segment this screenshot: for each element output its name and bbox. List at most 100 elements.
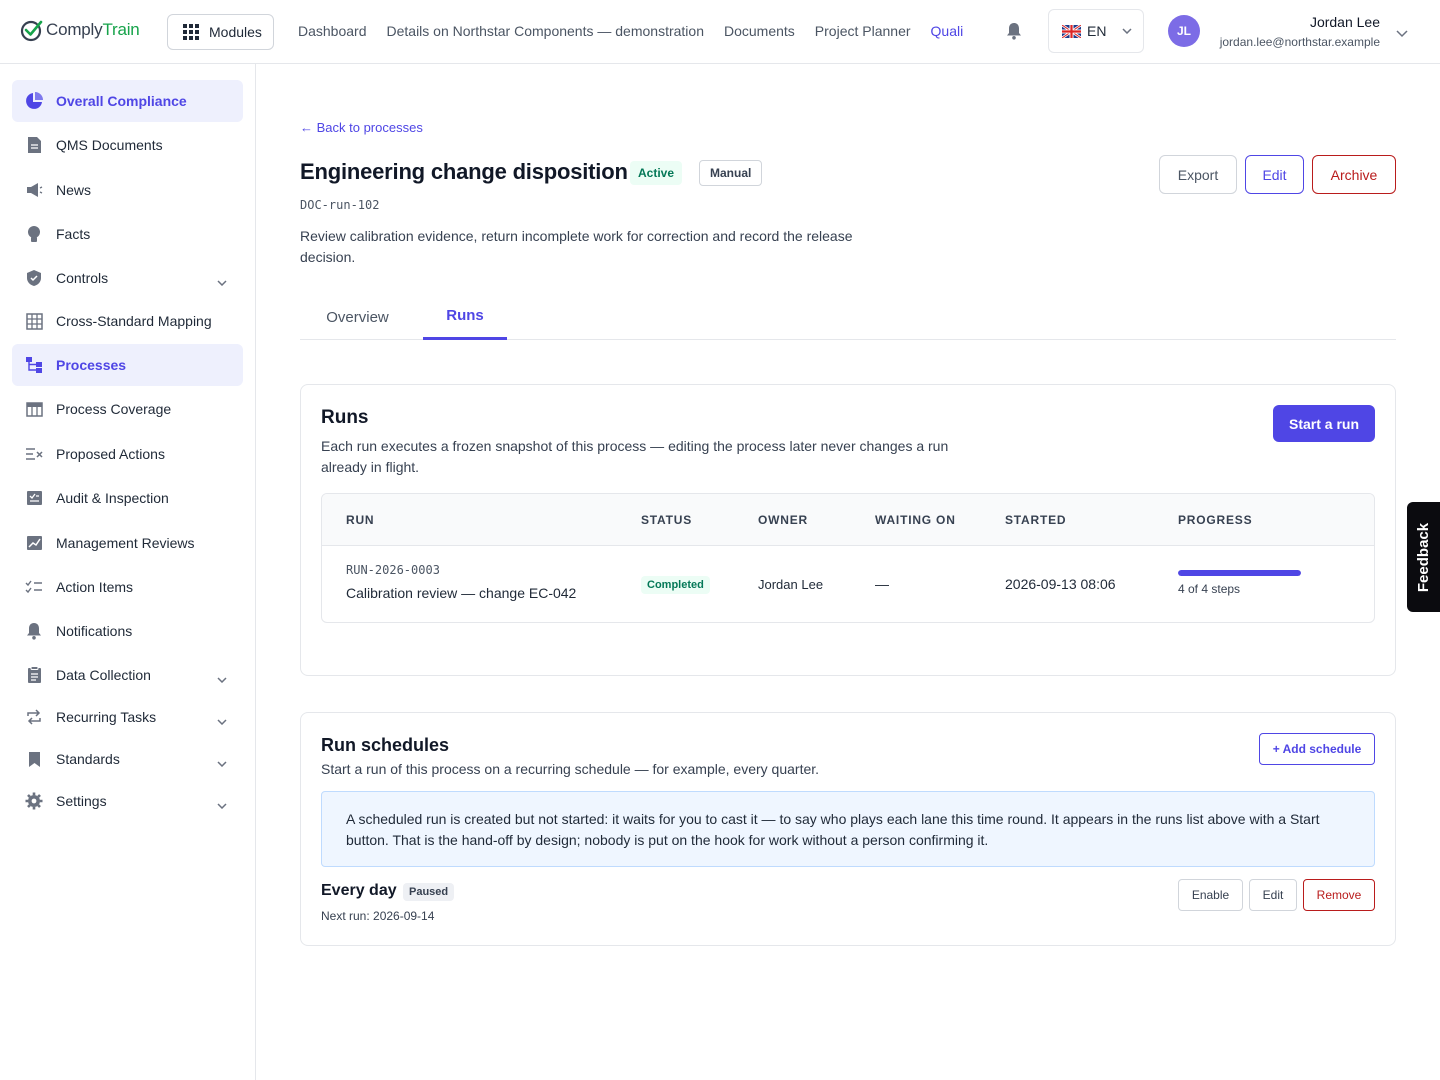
user-name: Jordan Lee	[1309, 14, 1380, 30]
sidebar-item-label: Recurring Tasks	[56, 709, 157, 725]
mode-badge: Manual	[699, 160, 763, 186]
notifications-bell-icon[interactable]	[1006, 22, 1022, 45]
schedules-title: Run schedules	[321, 735, 450, 755]
sidebar-item-label: Process Coverage	[56, 401, 172, 417]
sidebar-item-data-collection[interactable]: Data Collection	[12, 654, 243, 696]
run-progress-text: 4 of 4 steps	[1178, 582, 1241, 596]
tab-bar: Overview Runs	[300, 294, 1396, 340]
column-header-status[interactable]: STATUS	[641, 513, 692, 527]
remove-schedule-button[interactable]: Remove	[1303, 879, 1375, 911]
sidebar-item-recurring-tasks[interactable]: Recurring Tasks	[12, 696, 243, 738]
bookmark-icon	[24, 749, 44, 769]
start-run-button[interactable]: Start a run	[1273, 405, 1375, 442]
clipboard-check-icon	[24, 488, 44, 508]
schedule-info-notice: A scheduled run is created but not start…	[321, 791, 1375, 867]
language-code: EN	[1087, 23, 1107, 39]
sidebar-item-overall-compliance[interactable]: Overall Compliance	[12, 80, 243, 122]
runs-title: Runs	[321, 407, 369, 428]
grid-icon	[183, 24, 199, 40]
sidebar-item-label: Facts	[56, 226, 91, 242]
sidebar-item-action-items[interactable]: Action Items	[12, 566, 243, 608]
sidebar-item-news[interactable]: News	[12, 169, 243, 211]
chevron-down-icon	[217, 754, 227, 770]
edit-button[interactable]: Edit	[1245, 155, 1304, 194]
schedule-name: Every day	[321, 882, 397, 899]
add-schedule-button[interactable]: + Add schedule	[1259, 733, 1375, 765]
sidebar-item-qms-documents[interactable]: QMS Documents	[12, 124, 243, 166]
sidebar-item-audit-inspection[interactable]: Audit & Inspection	[12, 477, 243, 519]
schedule-status-badge: Paused	[403, 883, 455, 901]
logo-text: ComplyTrain	[46, 20, 140, 39]
nav-project-details[interactable]: Details on Northstar Components — demons…	[387, 23, 704, 39]
export-button[interactable]: Export	[1159, 155, 1237, 194]
modules-button[interactable]: Modules	[167, 14, 274, 50]
sidebar-item-label: Settings	[56, 793, 107, 809]
nav-documents[interactable]: Documents	[724, 23, 795, 39]
column-header-run[interactable]: RUN	[346, 513, 374, 527]
feedback-tab[interactable]: Feedback	[1407, 502, 1440, 612]
chevron-down-icon	[217, 712, 227, 728]
sidebar-item-label: Overall Compliance	[56, 93, 187, 109]
clipboard-icon	[24, 665, 44, 685]
list-x-icon	[24, 444, 44, 464]
sidebar-item-label: Proposed Actions	[56, 446, 165, 462]
checklist-icon	[24, 577, 44, 597]
archive-button[interactable]: Archive	[1312, 155, 1396, 194]
table-header: RUN STATUS OWNER WAITING ON STARTED PROG…	[322, 494, 1374, 546]
enable-schedule-button[interactable]: Enable	[1178, 879, 1243, 911]
feedback-label: Feedback	[1415, 522, 1433, 592]
runs-table: RUN STATUS OWNER WAITING ON STARTED PROG…	[321, 493, 1375, 623]
sidebar-item-cross-standard-mapping[interactable]: Cross-Standard Mapping	[12, 300, 243, 342]
logo-check-icon	[20, 20, 43, 42]
modules-label: Modules	[209, 24, 262, 40]
run-name[interactable]: Calibration review — change EC-042	[346, 585, 576, 601]
process-tree-icon	[24, 355, 44, 375]
back-to-processes-link[interactable]: ← Back to processes	[300, 120, 423, 135]
bell-icon	[24, 621, 44, 641]
column-header-owner[interactable]: OWNER	[758, 513, 808, 527]
process-description: Review calibration evidence, return inco…	[300, 228, 853, 265]
sidebar-item-process-coverage[interactable]: Process Coverage	[12, 388, 243, 430]
column-header-progress[interactable]: PROGRESS	[1178, 513, 1252, 527]
runs-description: Each run executes a frozen snapshot of t…	[321, 438, 949, 475]
nav-quali[interactable]: Quali	[931, 23, 964, 39]
sidebar-item-management-reviews[interactable]: Management Reviews	[12, 522, 243, 564]
column-header-waiting-on[interactable]: WAITING ON	[875, 513, 956, 527]
sidebar-item-facts[interactable]: Facts	[12, 213, 243, 255]
app-logo[interactable]: ComplyTrain	[20, 18, 140, 42]
sidebar-item-settings[interactable]: Settings	[12, 780, 243, 822]
sidebar-item-label: Audit & Inspection	[56, 490, 169, 506]
sidebar-item-processes[interactable]: Processes	[12, 344, 243, 386]
sidebar-item-notifications[interactable]: Notifications	[12, 610, 243, 652]
chevron-down-icon	[217, 670, 227, 686]
megaphone-icon	[24, 180, 44, 200]
nav-dashboard[interactable]: Dashboard	[298, 23, 367, 39]
top-nav: Dashboard Details on Northstar Component…	[298, 23, 963, 39]
sidebar-item-label: Cross-Standard Mapping	[56, 313, 212, 329]
sidebar-item-controls[interactable]: Controls	[12, 257, 243, 299]
status-badge: Active	[630, 161, 683, 185]
runs-card: Runs Each run executes a frozen snapshot…	[300, 384, 1396, 676]
top-bar: ComplyTrain Modules Dashboard Details on…	[0, 0, 1440, 64]
edit-schedule-button[interactable]: Edit	[1249, 879, 1297, 911]
run-schedules-card: Run schedules Start a run of this proces…	[300, 712, 1396, 946]
language-selector[interactable]: EN	[1048, 9, 1144, 53]
sidebar-item-label: News	[56, 182, 92, 198]
tab-overview[interactable]: Overview	[300, 294, 415, 340]
document-id: DOC-run-102	[300, 198, 380, 212]
nav-project-planner[interactable]: Project Planner	[815, 23, 911, 39]
sidebar: Overall Compliance QMS Documents News Fa…	[0, 64, 256, 1080]
tab-runs[interactable]: Runs	[423, 294, 507, 340]
sidebar-item-standards[interactable]: Standards	[12, 738, 243, 780]
sidebar-item-label: Action Items	[56, 579, 134, 595]
user-avatar[interactable]: JL	[1168, 15, 1200, 47]
sidebar-item-label: Data Collection	[56, 667, 151, 683]
user-menu-chevron-icon[interactable]	[1396, 25, 1408, 43]
column-header-started[interactable]: STARTED	[1005, 513, 1066, 527]
schedule-next-run: Next run: 2026-09-14	[321, 909, 435, 923]
run-progress-bar	[1178, 570, 1301, 576]
sidebar-item-label: Controls	[56, 270, 109, 286]
sidebar-item-proposed-actions[interactable]: Proposed Actions	[12, 433, 243, 475]
gear-icon	[24, 791, 44, 811]
run-progress-fill	[1178, 570, 1301, 576]
